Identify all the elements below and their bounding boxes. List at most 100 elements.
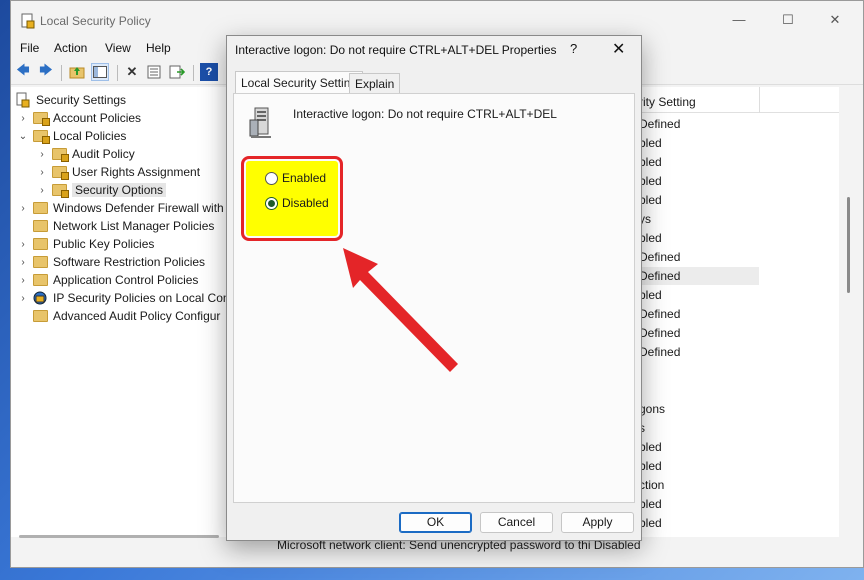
menu-help[interactable]: Help: [146, 41, 171, 55]
tree-item-local-policies[interactable]: ⌄ Local Policies: [17, 127, 126, 145]
tree-item-advanced-audit-policy[interactable]: Advanced Audit Policy Configur: [33, 307, 220, 325]
disabled-radio-option[interactable]: Disabled: [265, 196, 329, 210]
menu-view[interactable]: View: [105, 41, 131, 55]
back-arrow-icon[interactable]: 🡄: [14, 62, 32, 81]
delete-icon[interactable]: ✕: [123, 63, 141, 81]
export-list-icon[interactable]: [168, 63, 186, 81]
list-item[interactable]: bled: [639, 153, 759, 171]
menu-action[interactable]: Action: [54, 41, 87, 55]
properties-icon[interactable]: [145, 63, 163, 81]
ip-security-icon: [33, 291, 47, 304]
list-item[interactable]: bled: [639, 172, 759, 190]
tab-local-security-setting[interactable]: Local Security Setting: [235, 71, 364, 95]
list-item[interactable]: [639, 362, 759, 380]
tree-label: Local Policies: [53, 129, 127, 143]
minimize-button[interactable]: —: [730, 11, 748, 29]
chevron-right-icon[interactable]: ›: [36, 185, 48, 196]
tree-label: Windows Defender Firewall with: [53, 201, 224, 215]
list-item[interactable]: ys: [639, 210, 759, 228]
radio-button-checked[interactable]: [265, 196, 278, 210]
disabled-label: Disabled: [282, 196, 329, 210]
annotation-arrow-icon: [343, 248, 458, 372]
toolbar-separator: [61, 65, 62, 81]
folder-icon: [33, 256, 48, 268]
chevron-down-icon[interactable]: ⌄: [17, 131, 29, 142]
tree-item-windows-defender-firewall[interactable]: › Windows Defender Firewall with: [17, 199, 224, 217]
chevron-right-icon[interactable]: ›: [17, 275, 29, 286]
cancel-button[interactable]: Cancel: [480, 512, 553, 533]
close-button[interactable]: ✕: [826, 11, 844, 29]
list-item[interactable]: bled: [639, 438, 759, 456]
radio-button-unchecked[interactable]: [265, 171, 278, 185]
chevron-right-icon[interactable]: ›: [17, 203, 29, 214]
list-item[interactable]: bled: [639, 134, 759, 152]
tree-label: Security Settings: [36, 93, 127, 107]
tab-explain[interactable]: Explain: [349, 73, 401, 94]
tree-item-application-control[interactable]: › Application Control Policies: [17, 271, 198, 289]
list-item[interactable]: s: [639, 419, 759, 437]
list-item[interactable]: Defined: [639, 324, 759, 342]
policy-list-pane: rity Setting Defined bled bled bled bled…: [639, 87, 839, 537]
list-item[interactable]: bled: [639, 229, 759, 247]
up-folder-icon[interactable]: [68, 63, 86, 81]
list-item[interactable]: bled: [639, 286, 759, 304]
tree-item-user-rights-assignment[interactable]: › User Rights Assignment: [36, 163, 200, 181]
list-item[interactable]: Defined: [639, 305, 759, 323]
column-header-label: rity Setting: [639, 95, 696, 109]
list-item[interactable]: Defined: [639, 115, 759, 133]
tree-item-audit-policy[interactable]: › Audit Policy: [36, 145, 135, 163]
tree-item-ip-security-policies[interactable]: › IP Security Policies on Local Com: [17, 289, 229, 307]
tree-label: Security Options: [72, 183, 167, 197]
security-settings-icon: [16, 92, 30, 108]
tree-label: Software Restriction Policies: [53, 255, 206, 269]
tree-item-network-list-manager[interactable]: Network List Manager Policies: [33, 217, 214, 235]
vertical-scrollbar[interactable]: [847, 197, 850, 293]
column-divider[interactable]: [759, 87, 760, 113]
enabled-radio-option[interactable]: Enabled: [265, 171, 326, 185]
folder-icon: [33, 202, 48, 214]
toolbar-separator: [193, 65, 194, 81]
list-item-selected[interactable]: Defined: [639, 267, 759, 285]
ok-button[interactable]: OK: [399, 512, 472, 533]
menu-file[interactable]: File: [20, 41, 39, 55]
list-item[interactable]: bled: [639, 457, 759, 475]
chevron-right-icon[interactable]: ›: [17, 293, 29, 304]
dialog-help-button[interactable]: ?: [570, 41, 577, 56]
folder-lock-icon: [52, 166, 69, 180]
tree-label: Audit Policy: [72, 147, 135, 161]
list-item[interactable]: bled: [639, 514, 759, 532]
list-item[interactable]: Defined: [639, 248, 759, 266]
folder-icon: [33, 274, 48, 286]
list-item[interactable]: ction: [639, 476, 759, 494]
tree-item-account-policies[interactable]: › Account Policies: [17, 109, 141, 127]
list-item[interactable]: bled: [639, 191, 759, 209]
list-item[interactable]: Defined: [639, 343, 759, 361]
tree-item-security-options[interactable]: › Security Options: [36, 181, 167, 199]
tree-item-security-settings[interactable]: Security Settings: [15, 91, 126, 109]
policy-name: Interactive logon: Do not require CTRL+A…: [293, 107, 557, 121]
apply-button[interactable]: Apply: [561, 512, 634, 533]
show-hide-tree-icon[interactable]: [91, 63, 109, 81]
window-title: Local Security Policy: [40, 14, 151, 28]
chevron-right-icon[interactable]: ›: [36, 167, 48, 178]
maximize-button[interactable]: ☐: [779, 11, 797, 29]
dialog-title: Interactive logon: Do not require CTRL+A…: [235, 43, 557, 57]
folder-lock-icon: [33, 112, 50, 126]
chevron-right-icon[interactable]: ›: [17, 113, 29, 124]
horizontal-scrollbar[interactable]: [19, 535, 219, 538]
folder-icon: [33, 238, 48, 250]
column-header-security-setting[interactable]: rity Setting: [639, 87, 839, 113]
chevron-right-icon[interactable]: ›: [36, 149, 48, 160]
list-item[interactable]: [639, 381, 759, 399]
folder-icon: [33, 220, 48, 232]
chevron-right-icon[interactable]: ›: [17, 257, 29, 268]
tree-item-public-key-policies[interactable]: › Public Key Policies: [17, 235, 154, 253]
tree-item-software-restriction[interactable]: › Software Restriction Policies: [17, 253, 205, 271]
help-icon[interactable]: ?: [200, 63, 218, 81]
dialog-close-button[interactable]: ✕: [612, 39, 625, 59]
list-item[interactable]: bled: [639, 495, 759, 513]
chevron-right-icon[interactable]: ›: [17, 239, 29, 250]
tree-label: Advanced Audit Policy Configur: [53, 309, 221, 323]
list-item[interactable]: gons: [639, 400, 759, 418]
forward-arrow-icon[interactable]: 🡆: [37, 62, 55, 81]
